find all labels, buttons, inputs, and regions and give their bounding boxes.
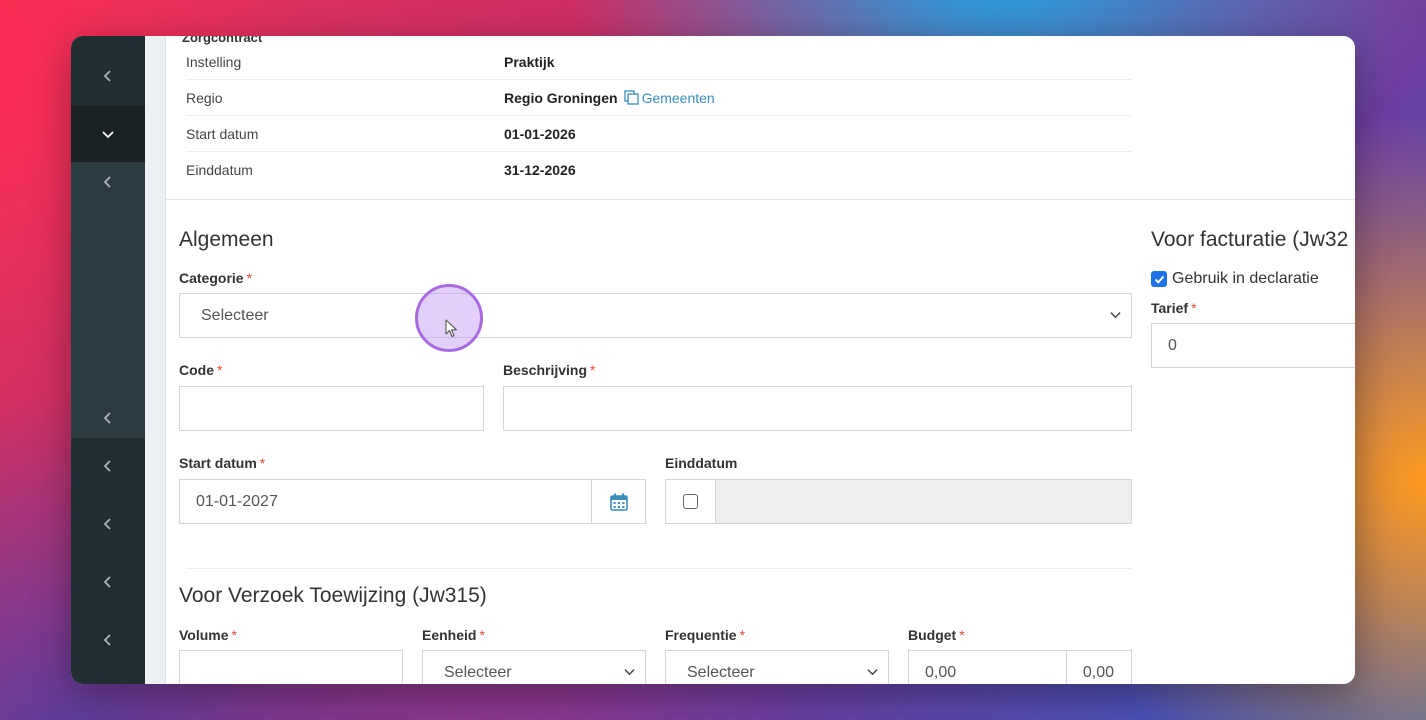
einddatum-group	[665, 479, 1132, 524]
budget-label: Budget *	[908, 627, 965, 643]
sidebar-item-5[interactable]	[71, 554, 145, 610]
chevron-left-icon	[103, 176, 111, 188]
info-value: Regio Groningen	[504, 89, 618, 106]
chevron-down-icon	[102, 131, 114, 139]
budget-addon: 0,00	[1066, 651, 1131, 684]
einddatum-checkbox[interactable]	[666, 480, 716, 523]
content-gutter	[145, 36, 165, 684]
chevron-left-icon	[103, 518, 111, 530]
start-datum-input[interactable]: 01-01-2027	[179, 479, 646, 524]
info-label: Instelling	[186, 53, 242, 70]
chevron-down-icon	[867, 664, 878, 682]
sidebar-item-4[interactable]	[71, 496, 145, 552]
section-divider-2	[186, 568, 1132, 569]
budget-input[interactable]: 0,00 0,00	[908, 650, 1132, 684]
sidebar	[71, 36, 145, 684]
tarief-value: 0	[1168, 336, 1177, 354]
beschrijving-label: Beschrijving *	[503, 362, 596, 378]
chevron-left-icon	[103, 576, 111, 588]
einddatum-label: Einddatum	[665, 455, 738, 471]
volume-input[interactable]	[179, 650, 403, 684]
chevron-left-icon	[103, 460, 111, 472]
tarief-input[interactable]: 0	[1151, 323, 1355, 368]
info-value: Praktijk	[504, 53, 555, 70]
categorie-select[interactable]: Selecteer	[179, 293, 1132, 338]
einddatum-input-disabled	[716, 480, 1131, 523]
gemeenten-link[interactable]: Gemeenten	[623, 89, 715, 106]
frequentie-select[interactable]: Selecteer	[665, 650, 889, 684]
info-value: 01-01-2026	[504, 125, 576, 142]
main-content: Zorgcontract Instelling Praktijk Regio R…	[165, 36, 1355, 684]
copy-icon	[623, 90, 639, 105]
info-label: Einddatum	[186, 162, 253, 178]
calendar-button[interactable]	[591, 480, 645, 523]
code-label: Code *	[179, 362, 223, 378]
algemeen-title: Algemeen	[179, 228, 274, 251]
checkbox-unchecked-icon	[683, 494, 698, 509]
gemeenten-link-label: Gemeenten	[641, 89, 715, 106]
chevron-left-icon	[103, 70, 111, 82]
chevron-down-icon	[624, 664, 635, 682]
app-window: Zorgcontract Instelling Praktijk Regio R…	[71, 36, 1355, 684]
code-input[interactable]	[179, 386, 484, 431]
checkbox-checked-icon[interactable]	[1151, 271, 1167, 287]
facturatie-title: Voor facturatie (Jw32	[1151, 228, 1349, 251]
budget-value: 0,00	[925, 663, 957, 681]
mouse-pointer-icon	[445, 319, 458, 338]
info-row-regio: Regio Regio Groningen Gemeenten	[186, 80, 1132, 116]
start-datum-value: 01-01-2027	[196, 492, 278, 510]
chevron-left-icon	[103, 412, 111, 424]
sidebar-item-1[interactable]	[71, 48, 145, 104]
eenheid-label: Eenheid *	[422, 627, 485, 643]
chevron-down-icon	[1110, 307, 1121, 325]
volume-label: Volume *	[179, 627, 237, 643]
gebruik-label: Gebruik in declaratie	[1172, 270, 1319, 287]
info-row-eind: Einddatum 31-12-2026	[186, 152, 1132, 188]
beschrijving-input[interactable]	[503, 386, 1132, 431]
frequentie-label: Frequentie *	[665, 627, 746, 643]
info-row-instelling: Instelling Praktijk	[186, 44, 1132, 80]
info-label: Start datum	[186, 125, 259, 142]
chevron-left-icon	[103, 634, 111, 646]
info-row-start: Start datum 01-01-2026	[186, 116, 1132, 152]
categorie-value: Selecteer	[201, 306, 269, 324]
sidebar-subitem-1[interactable]	[71, 154, 145, 210]
gebruik-in-declaratie[interactable]: Gebruik in declaratie	[1151, 270, 1319, 288]
categorie-label: Categorie *	[179, 270, 253, 286]
eenheid-select[interactable]: Selecteer	[422, 650, 646, 684]
calendar-icon	[609, 493, 628, 511]
toewijzing-title: Voor Verzoek Toewijzing (Jw315)	[179, 584, 487, 607]
click-highlight	[415, 284, 483, 352]
sidebar-item-6[interactable]	[71, 612, 145, 668]
sidebar-item-3[interactable]	[71, 438, 145, 494]
info-value: 31-12-2026	[504, 162, 576, 178]
info-label: Regio	[186, 89, 223, 106]
section-divider	[166, 199, 1355, 200]
tarief-label: Tarief *	[1151, 300, 1197, 316]
start-datum-label: Start datum *	[179, 455, 266, 471]
